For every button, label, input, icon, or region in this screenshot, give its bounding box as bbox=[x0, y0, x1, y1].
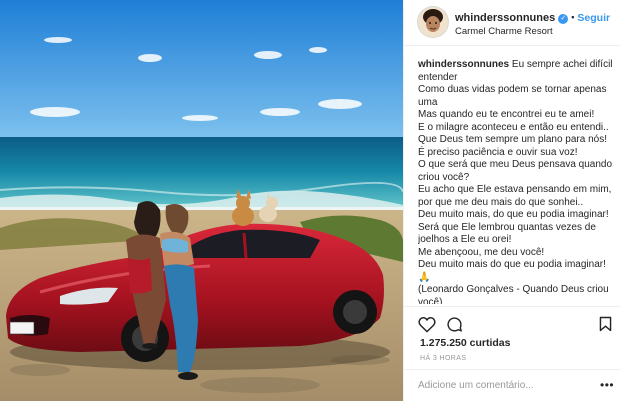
caption-line: por que me deu mais do que sonhei.. bbox=[418, 196, 584, 208]
header-line: whinderssonnunes ✓ • Seguir bbox=[455, 12, 610, 24]
caption-line: E o milagre aconteceu e então eu entendi… bbox=[418, 121, 609, 133]
caption-line: 🙏 bbox=[418, 271, 431, 283]
caption-line: Eu sempre achei difícil bbox=[511, 59, 613, 70]
caption-line: criou você? bbox=[418, 171, 470, 183]
separator-dot: • bbox=[571, 12, 575, 22]
caption-line: Deu muito mais, do que eu podia imaginar… bbox=[418, 209, 609, 220]
caption-line: (Leonardo Gonçalves - Quando Deus criou bbox=[418, 284, 609, 295]
bookmark-icon[interactable] bbox=[599, 316, 612, 337]
comment-input[interactable] bbox=[418, 377, 588, 393]
caption-line: entender bbox=[418, 71, 458, 83]
avatar-image bbox=[418, 7, 448, 37]
caption: whinderssonnunes Eu sempre achei difícil… bbox=[418, 59, 614, 304]
comment-bubble-icon[interactable] bbox=[446, 316, 463, 338]
post-side-panel: whinderssonnunes ✓ • Seguir Carmel Charme R… bbox=[403, 0, 620, 401]
heart-icon[interactable] bbox=[418, 316, 436, 338]
username-link[interactable]: whinderssonnunes bbox=[455, 12, 555, 24]
follow-button[interactable]: Seguir bbox=[577, 12, 610, 24]
post-photo-image bbox=[0, 0, 403, 401]
caption-line: Deu muito mais do que eu podia imaginar! bbox=[418, 259, 606, 270]
caption-line: Que Deus tem sempre um plano para nós! bbox=[418, 134, 607, 145]
caption-line: O que será que meu Deus pensava quando bbox=[418, 159, 613, 170]
post-timestamp[interactable]: HÁ 3 HORAS bbox=[420, 355, 466, 362]
verified-badge-icon: ✓ bbox=[558, 14, 569, 24]
location-link[interactable]: Carmel Charme Resort bbox=[455, 26, 553, 37]
post-photo[interactable] bbox=[0, 0, 403, 401]
caption-line: Será que Ele lembrou quantas vezes de bbox=[418, 221, 596, 233]
likes-count[interactable]: 1.275.250 curtidas bbox=[420, 337, 510, 349]
caption-text: Eu sempre achei difícil entender Como duas… bbox=[418, 59, 614, 304]
action-bar bbox=[404, 306, 620, 340]
caption-username-link[interactable]: whinderssonnunes bbox=[418, 59, 509, 70]
caption-line: Como duas vidas podem se tornar apenas bbox=[418, 84, 607, 95]
caption-line: É preciso paciência e ouvir sua voz! bbox=[418, 146, 578, 158]
caption-line: uma bbox=[418, 96, 438, 108]
comment-bar: ••• bbox=[404, 369, 620, 401]
caption-line: você) bbox=[418, 296, 443, 305]
caption-line: Mas quando eu te encontrei eu te amei! bbox=[418, 109, 595, 120]
caption-line: Me abençoou, me deu você! bbox=[418, 246, 545, 258]
caption-line: Eu acho que Ele estava pensando em mim, bbox=[418, 184, 612, 195]
more-options-button[interactable]: ••• bbox=[600, 378, 614, 392]
avatar[interactable] bbox=[418, 7, 448, 37]
caption-line: joelhos a Ele eu orei! bbox=[418, 234, 512, 245]
post-header: whinderssonnunes ✓ • Seguir Carmel Charme R… bbox=[404, 0, 620, 46]
